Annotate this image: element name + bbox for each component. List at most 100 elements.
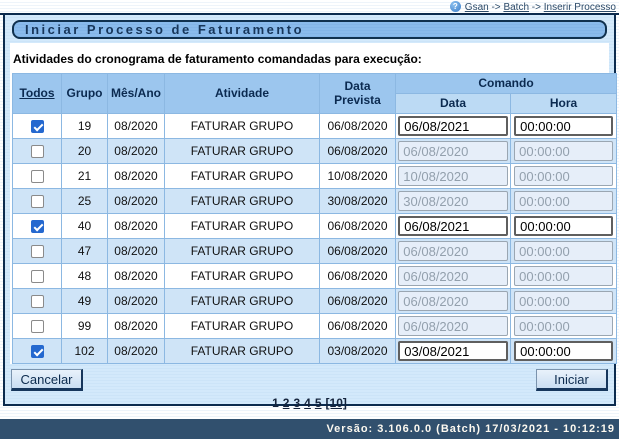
instruction-text: Atividades do cronograma de faturamento … [12, 50, 607, 73]
content-panel: Atividades do cronograma de faturamento … [10, 43, 609, 364]
checkbox-cell [13, 339, 62, 364]
table-row: 9908/2020FATURAR GRUPO06/08/2020 [13, 314, 617, 339]
column-header-comando: Comando [396, 74, 617, 94]
column-header-comando-data: Data [396, 94, 511, 114]
checkbox-cell [13, 289, 62, 314]
data-prevista-cell: 06/08/2020 [320, 289, 396, 314]
checkbox-cell [13, 314, 62, 339]
row-checkbox[interactable] [31, 120, 44, 133]
table-row: 4708/2020FATURAR GRUPO06/08/2020 [13, 239, 617, 264]
table-row: 4908/2020FATURAR GRUPO06/08/2020 [13, 289, 617, 314]
select-all-link[interactable]: Todos [19, 86, 54, 100]
data-cell [396, 289, 511, 314]
comando-hora-input [514, 166, 613, 186]
table-row: 2108/2020FATURAR GRUPO10/08/2020 [13, 164, 617, 189]
atividade-cell: FATURAR GRUPO [165, 239, 320, 264]
atividade-cell: FATURAR GRUPO [165, 314, 320, 339]
table-row: 4008/2020FATURAR GRUPO06/08/2020 [13, 214, 617, 239]
table-row: 4808/2020FATURAR GRUPO06/08/2020 [13, 264, 617, 289]
main-panel: Iniciar Processo de Faturamento Atividad… [3, 15, 616, 406]
table-row: 1908/2020FATURAR GRUPO06/08/2020 [13, 114, 617, 139]
checkbox-cell [13, 139, 62, 164]
mes-ano-cell: 08/2020 [108, 239, 165, 264]
atividade-cell: FATURAR GRUPO [165, 339, 320, 364]
comando-data-input [398, 191, 507, 211]
background-gap [0, 406, 619, 419]
comando-data-input [398, 141, 507, 161]
cancel-button[interactable]: Cancelar [11, 369, 83, 391]
top-bar: ? Gsan -> Batch -> Inserir Processo [0, 0, 619, 15]
page-title: Iniciar Processo de Faturamento [12, 20, 607, 39]
mes-ano-cell: 08/2020 [108, 214, 165, 239]
checkbox-cell [13, 164, 62, 189]
hora-cell [511, 289, 617, 314]
data-cell [396, 314, 511, 339]
column-header-todos: Todos [13, 74, 62, 114]
table-row: 2508/2020FATURAR GRUPO30/08/2020 [13, 189, 617, 214]
row-checkbox[interactable] [31, 345, 44, 358]
comando-data-input [398, 166, 507, 186]
mes-ano-cell: 08/2020 [108, 339, 165, 364]
comando-data-input[interactable] [398, 116, 507, 136]
comando-hora-input [514, 241, 613, 261]
comando-hora-input[interactable] [514, 116, 613, 136]
mes-ano-cell: 08/2020 [108, 189, 165, 214]
comando-data-input [398, 241, 507, 261]
data-prevista-cell: 06/08/2020 [320, 214, 396, 239]
column-header-comando-hora: Hora [511, 94, 617, 114]
hora-cell [511, 339, 617, 364]
grupo-cell: 40 [62, 214, 108, 239]
start-button[interactable]: Iniciar [536, 369, 608, 391]
comando-hora-input [514, 141, 613, 161]
comando-data-input [398, 316, 507, 336]
row-checkbox[interactable] [31, 245, 44, 258]
checkbox-cell [13, 189, 62, 214]
breadcrumb-link[interactable]: Inserir Processo [544, 2, 616, 13]
row-checkbox[interactable] [31, 170, 44, 183]
hora-cell [511, 139, 617, 164]
data-cell [396, 339, 511, 364]
hora-cell [511, 239, 617, 264]
help-icon[interactable]: ? [450, 1, 461, 12]
mes-ano-cell: 08/2020 [108, 164, 165, 189]
data-cell [396, 139, 511, 164]
comando-data-input[interactable] [398, 341, 507, 361]
data-prevista-cell: 10/08/2020 [320, 164, 396, 189]
breadcrumb-link[interactable]: Batch [503, 2, 529, 13]
row-checkbox[interactable] [31, 320, 44, 333]
mes-ano-cell: 08/2020 [108, 264, 165, 289]
row-checkbox[interactable] [31, 195, 44, 208]
column-header-mes-ano: Mês/Ano [108, 74, 165, 114]
data-prevista-cell: 30/08/2020 [320, 189, 396, 214]
schedule-table-body: 1908/2020FATURAR GRUPO06/08/20202008/202… [13, 114, 617, 364]
hora-cell [511, 214, 617, 239]
grupo-cell: 49 [62, 289, 108, 314]
comando-hora-input [514, 291, 613, 311]
comando-hora-input [514, 191, 613, 211]
data-prevista-cell: 06/08/2020 [320, 314, 396, 339]
comando-hora-input[interactable] [514, 341, 613, 361]
row-checkbox[interactable] [31, 270, 44, 283]
grupo-cell: 102 [62, 339, 108, 364]
comando-data-input[interactable] [398, 216, 507, 236]
hora-cell [511, 164, 617, 189]
hora-cell [511, 314, 617, 339]
data-cell [396, 214, 511, 239]
checkbox-cell [13, 114, 62, 139]
grupo-cell: 20 [62, 139, 108, 164]
breadcrumb-separator: -> [489, 2, 504, 13]
hora-cell [511, 189, 617, 214]
version-text: Versão: 3.106.0.0 (Batch) 17/03/2021 - 1… [326, 423, 615, 435]
column-header-atividade: Atividade [165, 74, 320, 114]
row-checkbox[interactable] [31, 145, 44, 158]
grupo-cell: 21 [62, 164, 108, 189]
hora-cell [511, 264, 617, 289]
comando-hora-input [514, 316, 613, 336]
footer-bar: Versão: 3.106.0.0 (Batch) 17/03/2021 - 1… [0, 419, 619, 439]
table-row: 10208/2020FATURAR GRUPO03/08/2020 [13, 339, 617, 364]
comando-hora-input[interactable] [514, 216, 613, 236]
breadcrumb-link[interactable]: Gsan [465, 2, 489, 13]
row-checkbox[interactable] [31, 295, 44, 308]
row-checkbox[interactable] [31, 220, 44, 233]
schedule-table: Todos Grupo Mês/Ano Atividade Data Previ… [12, 73, 617, 364]
